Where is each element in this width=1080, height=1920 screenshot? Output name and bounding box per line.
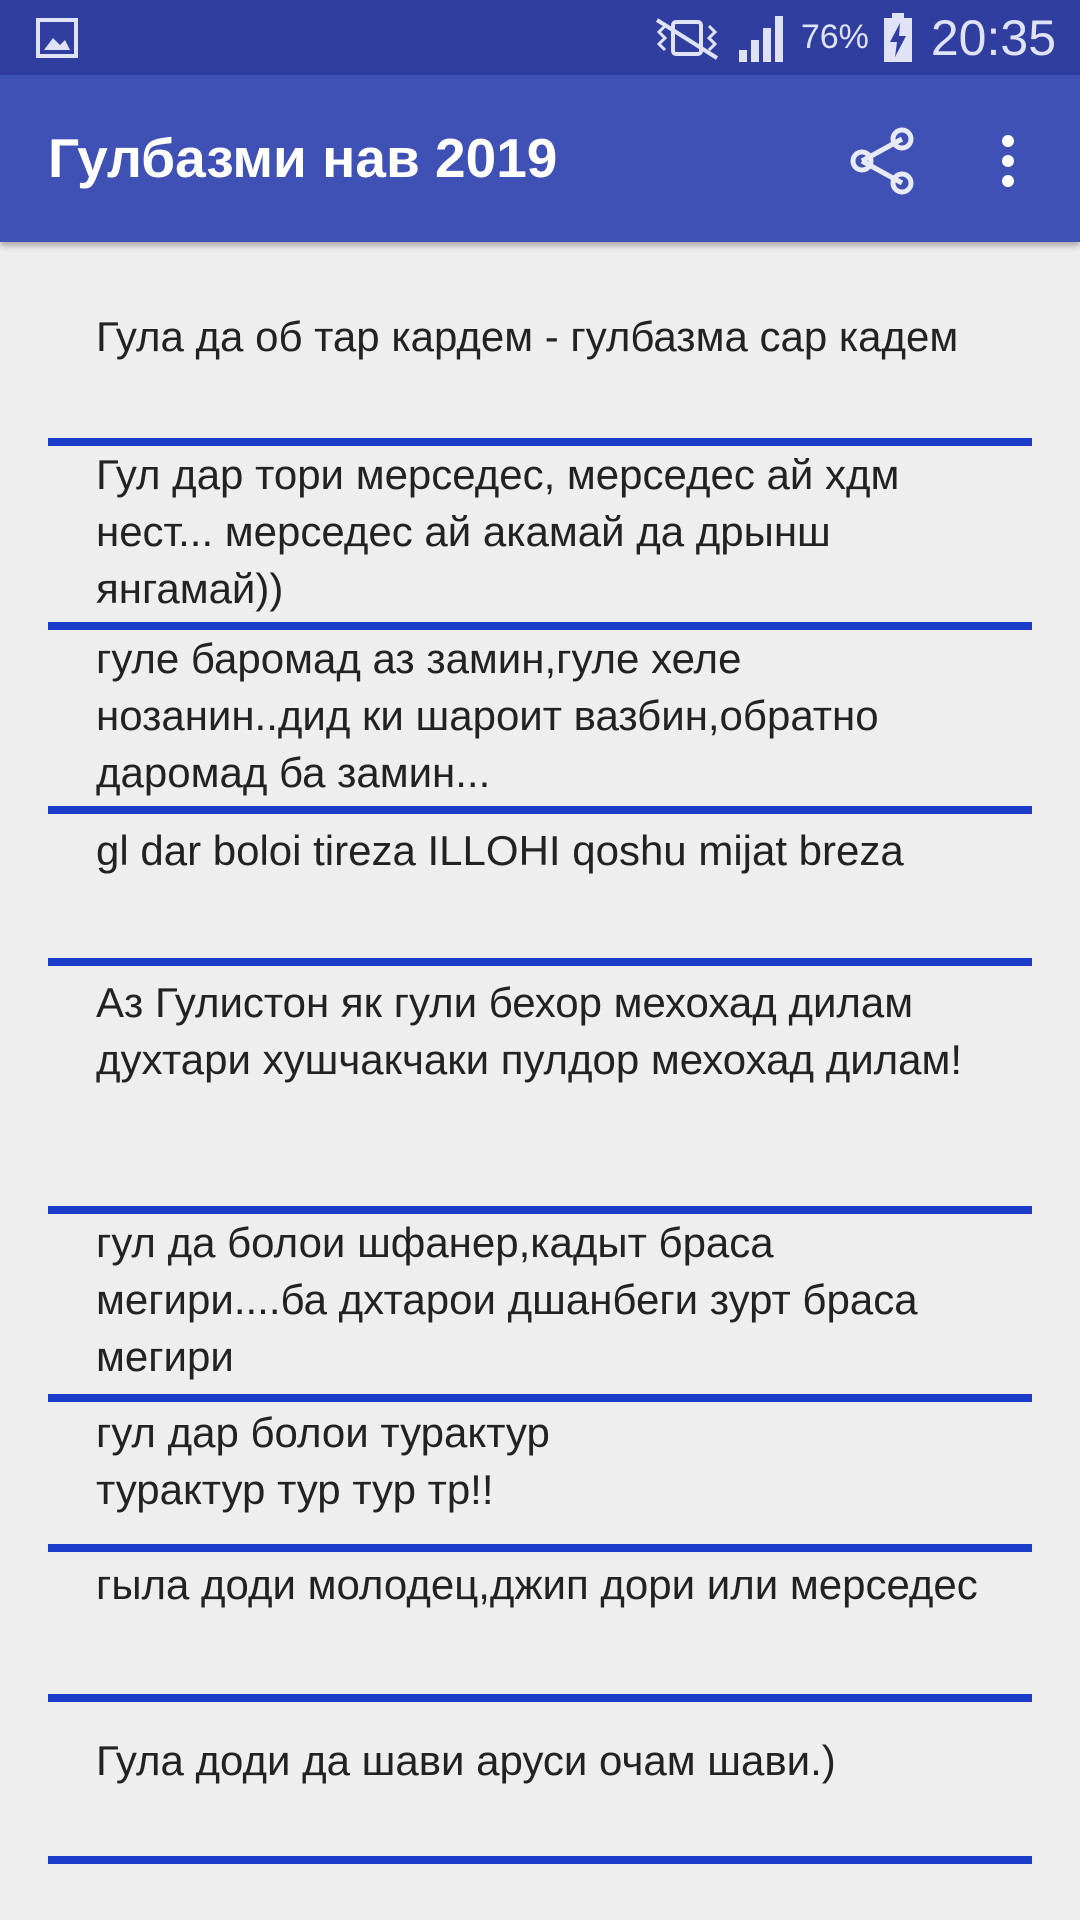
list-item-text: гыла доди молодец,джип дори или мерседес	[96, 1561, 978, 1608]
vibrate-mute-icon	[651, 16, 723, 60]
battery-percent: 76%	[800, 18, 869, 56]
status-icons: 76% 20:35	[651, 0, 1056, 75]
list-item[interactable]: Гула доди да шави аруси очам шави.)	[48, 1702, 1032, 1864]
image-icon	[36, 18, 78, 58]
list-item-text: гуле баромад аз замин,гуле хеле нозанин.…	[96, 635, 879, 796]
clock: 20:35	[930, 9, 1056, 66]
app-title: Гулбазми нав 2019	[48, 127, 558, 189]
list-item-text: Гула да об тар кардем - гулбазма сар кад…	[96, 313, 959, 360]
signal-icon	[737, 14, 787, 62]
list-item[interactable]: Гула да об тар кардем - гулбазма сар кад…	[48, 308, 1032, 446]
list-item[interactable]: гыла доди молодец,джип дори или мерседес	[48, 1552, 1032, 1702]
list-item[interactable]: Аз Гулистон як гули бехор мехохад дилам …	[48, 966, 1032, 1214]
list-item-text: гул дар болои турактур турактур тур тур …	[96, 1409, 550, 1513]
list-item-text: Гул дар тори мерседес, мерседес ай хдм н…	[96, 451, 900, 612]
verses-list[interactable]: Гула да об тар кардем - гулбазма сар кад…	[0, 242, 1080, 1920]
more-options-button[interactable]	[978, 121, 1038, 201]
list-item-text: гул да болои шфанер,кадыт браса мегири..…	[96, 1219, 918, 1380]
share-icon	[850, 127, 914, 195]
app-bar: Гулбазми нав 2019	[0, 75, 1080, 242]
battery-charging-icon	[883, 12, 913, 63]
list-item[interactable]: гул да болои шфанер,кадыт браса мегири..…	[48, 1214, 1032, 1402]
share-button[interactable]	[842, 121, 922, 201]
more-vert-icon	[1002, 135, 1014, 187]
list-item[interactable]: гул дар болои турактур турактур тур тур …	[48, 1402, 1032, 1552]
status-bar: 76% 20:35	[0, 0, 1080, 75]
list-item[interactable]: gl dar boloi tireza ILLOHI qoshu mijat b…	[48, 814, 1032, 966]
list-item-text: gl dar boloi tireza ILLOHI qoshu mijat b…	[96, 827, 904, 874]
list-item-text: Аз Гулистон як гули бехор мехохад дилам …	[96, 979, 963, 1083]
list-item-text: Гула доди да шави аруси очам шави.)	[96, 1737, 836, 1784]
list-item[interactable]: Гул дар тори мерседес, мерседес ай хдм н…	[48, 446, 1032, 630]
list-item[interactable]: гуле баромад аз замин,гуле хеле нозанин.…	[48, 630, 1032, 814]
